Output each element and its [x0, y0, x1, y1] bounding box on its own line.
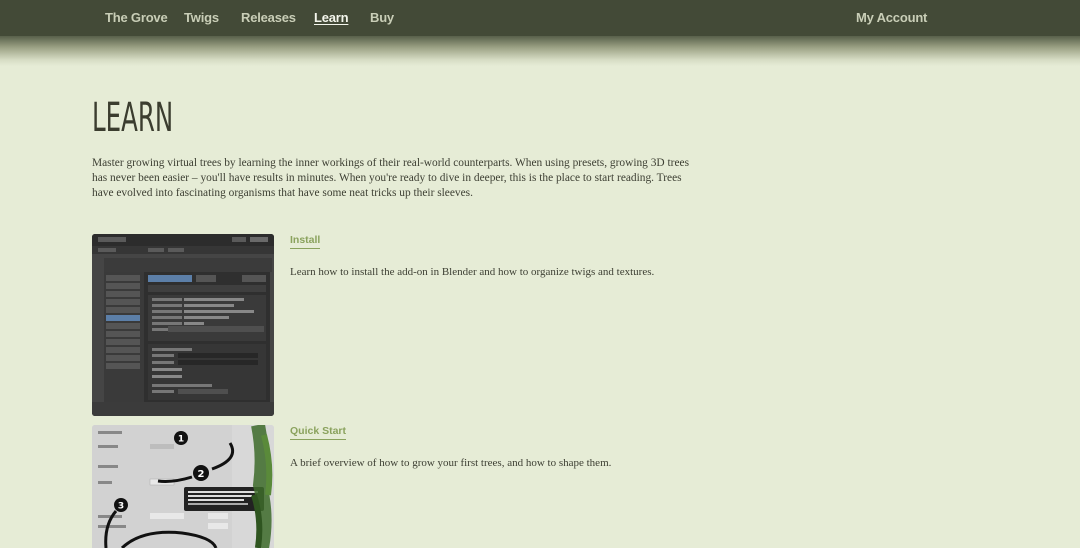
- nav-item-twigs[interactable]: Twigs: [184, 10, 219, 25]
- svg-text:3: 3: [118, 502, 124, 512]
- nav-item-buy[interactable]: Buy: [370, 10, 394, 25]
- intro-paragraph: Master growing virtual trees by learning…: [92, 157, 690, 199]
- nav-shadow: [0, 36, 1080, 66]
- card-title-install[interactable]: Install: [290, 234, 321, 249]
- quick-start-annotated-screenshot: 1 2 3: [92, 425, 274, 548]
- svg-text:2: 2: [198, 469, 205, 480]
- nav-my-account[interactable]: My Account: [856, 10, 927, 25]
- nav-brand-link[interactable]: The Grove: [105, 10, 168, 25]
- svg-text:1: 1: [178, 435, 184, 445]
- nav-item-learn[interactable]: Learn: [314, 10, 349, 25]
- install-thumbnail[interactable]: [92, 234, 274, 416]
- top-navigation: The Grove Twigs Releases Learn Buy My Ac…: [0, 0, 1080, 36]
- blender-preferences-screenshot: [92, 234, 274, 416]
- page-title: LEARN: [92, 94, 174, 142]
- card-desc-install: Learn how to install the add-on in Blend…: [290, 266, 655, 278]
- nav-item-releases[interactable]: Releases: [241, 10, 296, 25]
- card-desc-quick-start: A brief overview of how to grow your fir…: [290, 457, 612, 469]
- quick-start-thumbnail[interactable]: 1 2 3: [92, 425, 274, 548]
- card-title-quick-start[interactable]: Quick Start: [290, 425, 347, 440]
